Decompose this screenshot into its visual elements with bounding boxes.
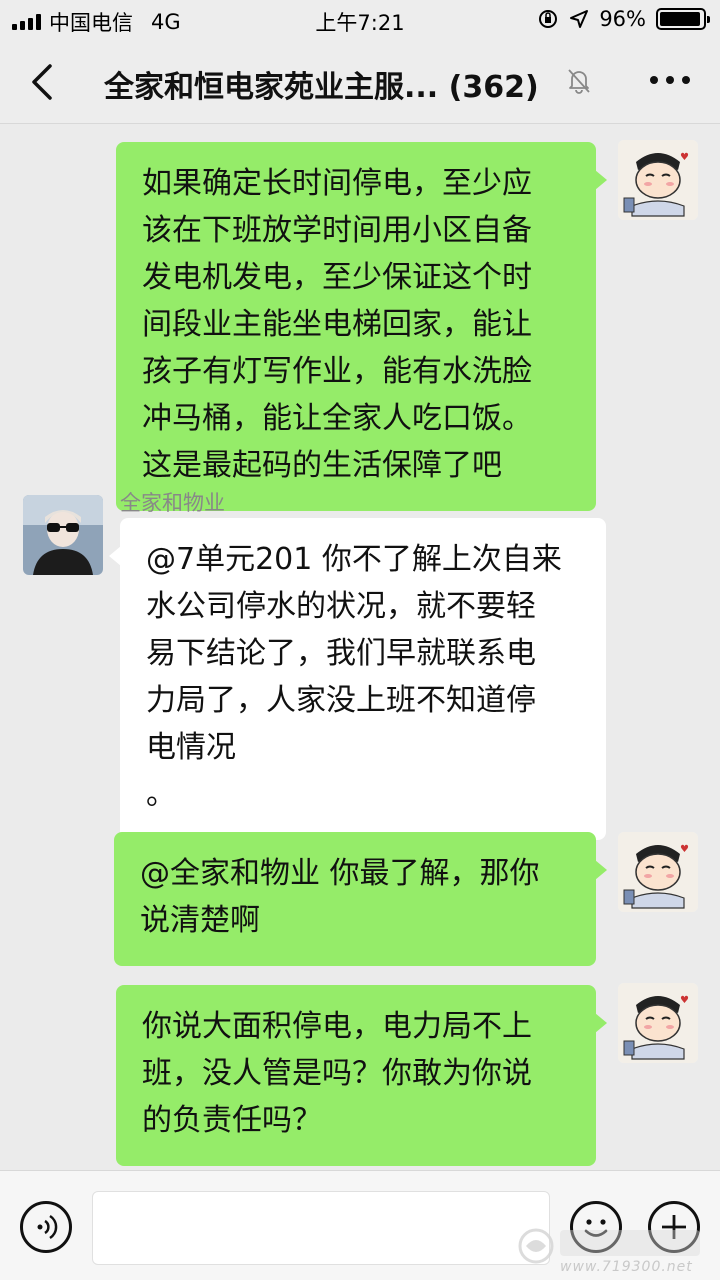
cartoon-boy-avatar-icon: ♥ [618,832,698,912]
battery-icon [656,8,710,30]
chat-header: 全家和恒电家苑业主服... (362) [0,40,720,124]
status-right: 96% [537,7,710,31]
person-photo-avatar-icon [23,495,103,575]
svg-text:♥: ♥ [680,152,689,163]
status-bar: 中国电信 4G 上午7:21 96% [0,0,720,40]
my-avatar[interactable]: ♥ [618,832,698,912]
cartoon-boy-avatar-icon: ♥ [618,140,698,220]
message-bubble-outgoing[interactable]: 如果确定长时间停电，至少应 该在下班放学时间用小区自备 发电机发电，至少保证这个… [116,142,607,511]
message-bubble-outgoing[interactable]: 你说大面积停电，电力局不上 班，没人管是吗？你敢为你说 的负责任吗？ [116,985,607,1166]
my-avatar[interactable]: ♥ [618,140,698,220]
svg-text:♥: ♥ [680,844,689,855]
message-list[interactable]: 如果确定长时间停电，至少应 该在下班放学时间用小区自备 发电机发电，至少保证这个… [0,125,720,1170]
cartoon-boy-avatar-icon: ♥ [618,983,698,1063]
battery-percent: 96% [599,7,646,31]
message-bubble-outgoing[interactable]: @全家和物业 你最了解，那你 说清楚啊 [114,832,607,966]
sender-avatar[interactable] [23,495,103,575]
orientation-lock-icon [539,10,558,28]
watermark-url: www.719300.net [560,1259,693,1275]
svg-text:♥: ♥ [680,995,689,1006]
message-text: @全家和物业 你最了解，那你 说清楚啊 [140,856,540,938]
sender-name: 全家和物业 [120,491,225,515]
message-text: 你说大面积停电，电力局不上 班，没人管是吗？你敢为你说 的负责任吗？ [142,1009,532,1138]
message-bubble-incoming[interactable]: @7单元201 你不了解上次自来 水公司停水的状况，就不要轻 易下结论了，我们早… [109,518,606,840]
message-text: 如果确定长时间停电，至少应 该在下班放学时间用小区自备 发电机发电，至少保证这个… [142,166,532,483]
location-arrow-icon [570,10,589,28]
bell-slash-icon [568,69,590,94]
more-dots-icon[interactable] [650,68,690,92]
voice-icon[interactable] [20,1201,72,1253]
message-input[interactable] [92,1191,550,1265]
chevron-left-icon[interactable] [22,60,62,104]
my-avatar[interactable]: ♥ [618,983,698,1063]
message-text: @7单元201 你不了解上次自来 水公司停水的状况，就不要轻 易下结论了，我们早… [146,542,562,812]
chat-title[interactable]: 全家和恒电家苑业主服... (362) [104,62,539,106]
